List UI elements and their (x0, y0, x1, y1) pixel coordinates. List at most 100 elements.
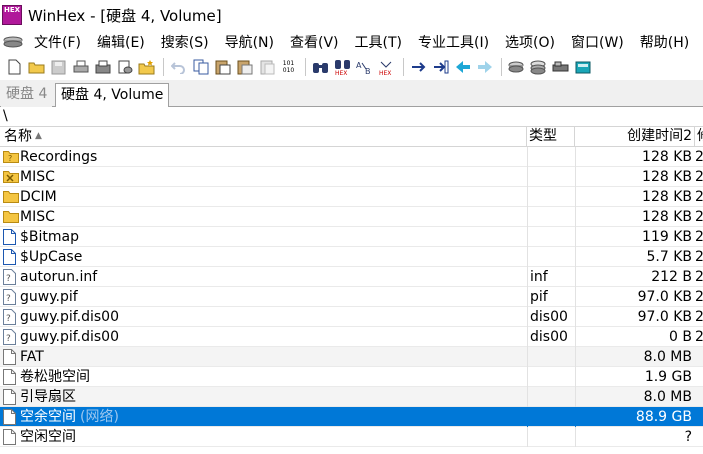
column-header-type[interactable]: 类型 (527, 127, 575, 146)
svg-text:HEX: HEX (335, 70, 347, 75)
path-bar: \ (0, 107, 703, 126)
file-row[interactable]: MISC 128 KB 2 (0, 207, 703, 227)
menu-file[interactable]: 文件(F) (26, 32, 89, 52)
ram-editor-icon[interactable] (530, 59, 547, 76)
file-row[interactable]: 引导扇区 8.0 MB (0, 387, 703, 407)
svg-text:A: A (356, 61, 362, 70)
disk-tools-icon[interactable] (552, 59, 569, 76)
back-icon[interactable] (454, 59, 471, 76)
file-type-cell (527, 227, 575, 247)
toolbar-separator (403, 58, 404, 76)
column-header-name[interactable]: 名称 ▲ (0, 127, 527, 146)
file-name: FAT (20, 349, 44, 365)
open-disk-icon[interactable] (116, 59, 133, 76)
file-type-cell (527, 167, 575, 187)
disk-editor-icon[interactable] (508, 59, 525, 76)
menu-navigation[interactable]: 导航(N) (217, 32, 282, 52)
menu-search[interactable]: 搜索(S) (153, 32, 217, 52)
file-modified-cell (695, 367, 703, 387)
file-row[interactable]: $Bitmap 119 KB 2 (0, 227, 703, 247)
folder-icon (3, 189, 19, 205)
find-hex-icon[interactable]: HEX (334, 59, 351, 76)
menu-help[interactable]: 帮助(H) (632, 32, 697, 52)
file-blue-icon (3, 229, 17, 245)
file-row[interactable]: ? guwy.pif pif 97.0 KB 2 (0, 287, 703, 307)
forward-icon[interactable] (476, 59, 493, 76)
menu-edit[interactable]: 编辑(E) (89, 32, 153, 52)
replace-text-icon[interactable]: AB (356, 59, 373, 76)
file-modified-cell: 2 (695, 149, 703, 165)
paste-special-icon[interactable] (236, 59, 253, 76)
open-folder-icon[interactable] (28, 59, 45, 76)
tab-disk-4[interactable]: 硬盘 4 (1, 83, 53, 107)
file-type-cell: pif (527, 287, 575, 307)
calculator-icon[interactable] (574, 59, 591, 76)
replace-hex-icon[interactable]: HEX (378, 59, 395, 76)
file-row[interactable]: FAT 8.0 MB (0, 347, 703, 367)
file-size-cell: 128 KB (575, 207, 692, 227)
file-name-cell: ? guwy.pif.dis00 (0, 327, 527, 347)
file-blue-icon (3, 249, 17, 265)
tab-disk-4-volume[interactable]: 硬盘 4, Volume (55, 83, 170, 108)
menu-window[interactable]: 窗口(W) (563, 32, 632, 52)
disk-menu-icon[interactable] (0, 36, 26, 48)
app-icon-text: HEX (3, 6, 21, 14)
file-name: MISC (20, 209, 55, 225)
new-file-icon[interactable] (6, 59, 23, 76)
file-row[interactable]: DCIM 128 KB 2 (0, 187, 703, 207)
file-row[interactable]: $UpCase 5.7 KB 2 (0, 247, 703, 267)
file-size-cell: 5.7 KB (575, 247, 692, 267)
file-row[interactable]: ? autorun.inf inf 212 B 2 (0, 267, 703, 287)
file-row[interactable]: ? guwy.pif.dis00 dis00 97.0 KB 2 (0, 307, 703, 327)
file-row[interactable]: 空闲空间 ? (0, 427, 703, 447)
file-name: DCIM (20, 189, 57, 205)
undo-icon[interactable] (170, 59, 187, 76)
file-name-cell: MISC (0, 167, 527, 187)
file-row[interactable]: ? Recordings 128 KB 2 (0, 147, 703, 167)
menu-specialist[interactable]: 专业工具(I) (410, 32, 497, 52)
column-header-modified[interactable]: 修 (695, 127, 703, 146)
hex-convert-icon[interactable]: 101 010 (280, 59, 297, 76)
file-row[interactable]: 卷松驰空间 1.9 GB (0, 367, 703, 387)
file-name: 空余空间 (20, 409, 76, 425)
file-type-cell (527, 207, 575, 227)
save-icon[interactable] (50, 59, 67, 76)
file-name-cell: ? autorun.inf (0, 267, 527, 287)
file-name-cell: $Bitmap (0, 227, 527, 247)
file-name-cell: 卷松驰空间 (0, 367, 527, 387)
open-folder-star-icon[interactable] (138, 59, 155, 76)
file-size-cell: 212 B (575, 267, 692, 287)
file-type-cell: inf (527, 267, 575, 287)
file-name-cell: ? guwy.pif.dis00 (0, 307, 527, 327)
file-size-cell: 119 KB (575, 227, 692, 247)
toolbar: 101 010 HEX AB HEX (0, 54, 703, 80)
title-bar: HEX WinHex - [硬盘 4, Volume] (0, 0, 703, 30)
goto-position-icon[interactable] (432, 59, 449, 76)
svg-text:HEX: HEX (379, 70, 391, 75)
file-name: MISC (20, 169, 55, 185)
file-name: 空闲空间 (20, 429, 76, 445)
sort-ascending-icon: ▲ (35, 131, 42, 141)
find-text-icon[interactable] (312, 59, 329, 76)
winhex-app-icon[interactable]: HEX (2, 5, 22, 25)
file-name: 卷松驰空间 (20, 369, 90, 385)
file-row[interactable]: 空余空间 (网络) 88.9 GB (0, 407, 703, 427)
toolbar-separator (163, 58, 164, 76)
file-modified-cell: 2 (695, 249, 703, 265)
paste-icon[interactable] (214, 59, 231, 76)
goto-offset-icon[interactable] (410, 59, 427, 76)
copy-icon[interactable] (192, 59, 209, 76)
print-icon[interactable] (72, 59, 89, 76)
menu-tools[interactable]: 工具(T) (347, 32, 410, 52)
column-header-created[interactable]: 创建时间2 (575, 127, 695, 146)
properties-icon[interactable] (94, 59, 111, 76)
file-modified-cell (695, 407, 703, 427)
menu-options[interactable]: 选项(O) (497, 32, 563, 52)
file-modified-cell: 2 (695, 329, 703, 345)
file-q-icon: ? (3, 309, 17, 325)
menu-view[interactable]: 查看(V) (282, 32, 347, 52)
file-row[interactable]: MISC 128 KB 2 (0, 167, 703, 187)
file-row[interactable]: ? guwy.pif.dis00 dis00 0 B 2 (0, 327, 703, 347)
file-size-cell: 0 B (575, 327, 692, 347)
clipboard-icon[interactable] (258, 59, 275, 76)
